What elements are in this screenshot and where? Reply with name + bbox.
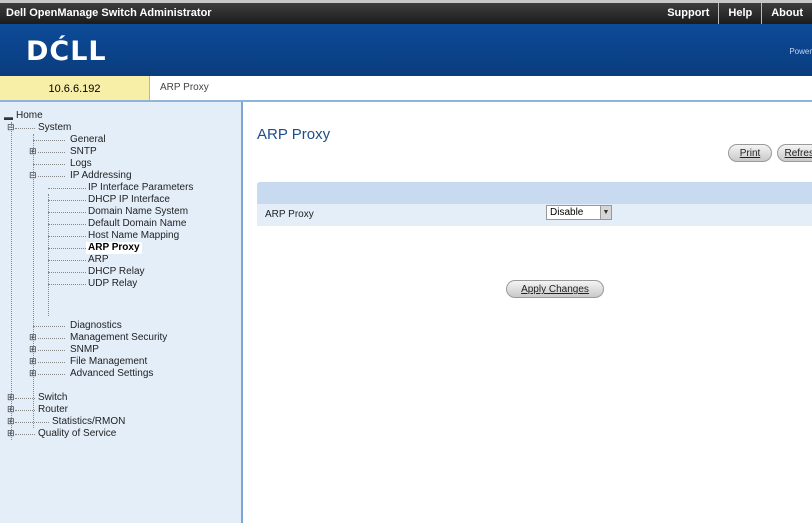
tree-item-arp-proxy[interactable]: ARP Proxy [86,242,142,254]
chevron-down-icon[interactable]: ▼ [600,206,611,219]
print-button[interactable]: Print [728,144,772,162]
help-link[interactable]: Help [718,3,761,24]
about-link[interactable]: About [761,3,812,24]
tree-item-diagnostics[interactable]: Diagnostics [70,320,122,332]
page-title: ARP Proxy [257,126,331,143]
tree-item-ip-interface-parameters[interactable]: IP Interface Parameters [88,182,193,194]
tree-item-switch[interactable]: Switch [38,392,67,404]
tree-item-dhcp-ip-interface[interactable]: DHCP IP Interface [88,194,170,206]
tree-item-domain-name-system[interactable]: Domain Name System [88,206,188,218]
tree-item-arp[interactable]: ARP [88,254,109,266]
refresh-button[interactable]: Refresh [777,144,812,162]
expand-icon[interactable]: ⊞ [29,344,37,354]
support-link[interactable]: Support [658,3,718,24]
top-bar: Dell OpenManage Switch Administrator Sup… [0,0,812,24]
breadcrumb-label: ARP Proxy [160,82,209,93]
tree-item-snmp[interactable]: SNMP [70,344,99,356]
tree-item-management-security[interactable]: Management Security [70,332,167,344]
expand-icon[interactable]: ⊞ [7,416,15,426]
apply-changes-button[interactable]: Apply Changes [506,280,604,298]
tree-item-dhcp-relay[interactable]: DHCP Relay [88,266,145,278]
tree-item-system[interactable]: System [38,122,71,134]
arp-proxy-label: ARP Proxy [265,209,314,220]
user-label: Power [789,47,812,56]
tree-item-ip-addressing[interactable]: IP Addressing [70,170,132,182]
top-links: Support Help About [658,3,812,24]
tree-item-quality-of-service[interactable]: Quality of Service [38,428,116,440]
expand-icon[interactable]: ⊞ [7,404,15,414]
panel-header [257,182,812,204]
expand-icon[interactable]: ⊞ [29,368,37,378]
tree-item-logs[interactable]: Logs [70,158,92,170]
arp-proxy-select[interactable]: Disable ▼ [546,205,612,220]
dell-logo: DĆLL [26,36,107,67]
content-area: ARP Proxy Print Refresh ARP Proxy Disabl… [243,102,812,523]
breadcrumb: ARP Proxy [150,76,812,101]
collapse-icon[interactable]: ⊟ [7,122,15,132]
tree-item-general[interactable]: General [70,134,106,146]
tree-item-file-management[interactable]: File Management [70,356,147,368]
expand-icon[interactable]: ⊞ [7,392,15,402]
expand-icon[interactable]: ⊞ [29,332,37,342]
tree-item-sntp[interactable]: SNTP [70,146,97,158]
app-title: Dell OpenManage Switch Administrator [6,7,212,19]
expand-icon[interactable]: ⊞ [7,428,15,438]
expand-icon[interactable]: ⊞ [29,146,37,156]
expand-icon[interactable]: ⊞ [29,356,37,366]
collapse-icon[interactable]: ⊟ [29,170,37,180]
navigation-tree: ▬ Home ⊟ System General ⊞ SNTP Logs ⊟ IP… [0,102,243,523]
tree-item-statistics-rmon[interactable]: Statistics/RMON [52,416,125,428]
brand-banner: DĆLL Power [0,24,812,76]
arp-proxy-select-value: Disable [550,207,584,218]
tree-item-advanced-settings[interactable]: Advanced Settings [70,368,153,380]
tree-item-router[interactable]: Router [38,404,68,416]
arp-proxy-row: ARP Proxy Disable ▼ [257,204,812,226]
tree-item-udp-relay[interactable]: UDP Relay [88,278,137,290]
ip-address: 10.6.6.192 [0,76,150,101]
home-icon: ▬ [4,112,13,122]
tree-item-default-domain-name[interactable]: Default Domain Name [88,218,186,230]
tree-item-host-name-mapping[interactable]: Host Name Mapping [88,230,179,242]
tree-item-home[interactable]: Home [16,110,43,122]
